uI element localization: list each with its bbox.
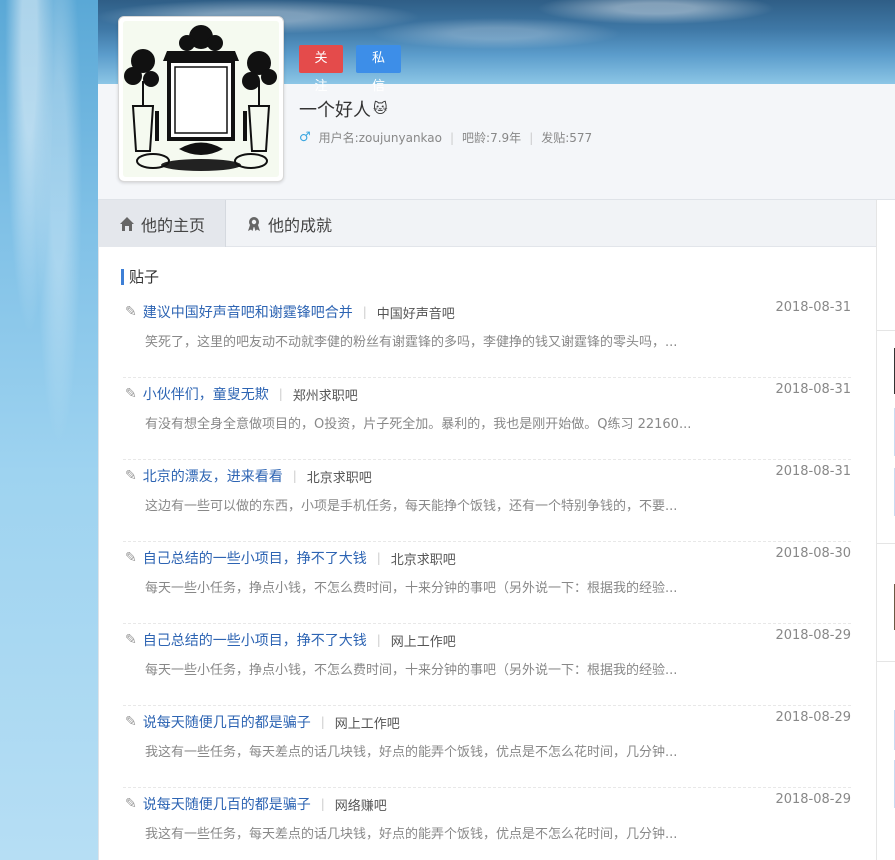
post-excerpt: 每天一些小任务，挣点小钱，不怎么费时间，十来分钟的事吧（另外说一下：根据我的经验… — [145, 663, 678, 678]
post-forum-link[interactable]: 网上工作吧 — [391, 631, 456, 650]
post-excerpt: 这边有一些可以做的东西，小项是手机任务，每天能挣个饭钱，还有一个特别争钱的，不要… — [145, 499, 678, 514]
post-divider: | — [362, 305, 367, 319]
post-title-link[interactable]: 北京的漂友，进来看看 — [143, 466, 283, 486]
tab-home[interactable]: 他的主页 — [99, 200, 227, 247]
sidebar-divider — [877, 330, 895, 331]
list-item: ✎ 北京的漂友，进来看看 | 北京求职吧 2018-08-31 这边有一些可以做… — [123, 460, 851, 542]
follow-button[interactable]: 关注 — [299, 45, 343, 94]
list-item: ✎ 建议中国好声音吧和谢霆锋吧合并 | 中国好声音吧 2018-08-31 笑死… — [123, 296, 851, 378]
post-date: 2018-08-31 — [775, 382, 851, 397]
post-date: 2018-08-29 — [775, 792, 851, 807]
post-date: 2018-08-29 — [775, 628, 851, 643]
post-divider: | — [320, 715, 325, 729]
meta-posts: 发贴:577 — [541, 131, 593, 145]
post-title-link[interactable]: 说每天随便几百的都是骗子 — [143, 712, 311, 732]
sidebar-divider — [877, 543, 895, 544]
tab-home-label: 他的主页 — [141, 215, 206, 235]
background-water-left — [0, 0, 98, 860]
home-icon — [120, 216, 134, 231]
post-title-link[interactable]: 说每天随便几百的都是骗子 — [143, 794, 311, 814]
post-excerpt: 笑死了，这里的吧友动不动就李健的粉丝有谢霆锋的多吗，李健挣的钱又谢霆锋的零头吗，… — [145, 335, 678, 350]
post-excerpt: 我这有一些任务，每天差点的话几块钱，好点的能弄个饭钱，优点是不怎么花时间，几分钟… — [145, 745, 678, 760]
user-meta: ♂ 用户名:zoujunyankao | 吧龄:7.9年 | 发贴:577 — [299, 129, 592, 146]
meta-divider: | — [529, 130, 534, 145]
post-excerpt: 每天一些小任务，挣点小钱，不怎么费时间，十来分钟的事吧（另外说一下：根据我的经验… — [145, 581, 678, 596]
right-sidebar — [876, 200, 895, 860]
post-title-link[interactable]: 小伙伴们，童叟无欺 — [143, 384, 269, 404]
edit-icon: ✎ — [125, 550, 137, 566]
post-divider: | — [376, 633, 381, 647]
meta-divider: | — [450, 130, 455, 145]
post-forum-link[interactable]: 北京求职吧 — [391, 549, 456, 568]
edit-icon: ✎ — [125, 304, 137, 320]
post-forum-link[interactable]: 郑州求职吧 — [293, 385, 358, 404]
main-panel: 他的主页 他的成就 贴子 ✎ 建议中国好声音吧和谢霆锋吧合并 | 中国好声音吧 … — [98, 200, 876, 860]
sidebar-divider — [877, 661, 895, 662]
post-forum-link[interactable]: 网上工作吧 — [335, 713, 400, 732]
section-title: 贴子 — [121, 269, 159, 285]
edit-icon: ✎ — [125, 386, 137, 402]
tab-achievement-label: 他的成就 — [268, 215, 333, 235]
edit-icon: ✎ — [125, 714, 137, 730]
post-excerpt: 我这有一些任务，每天差点的话几块钱，好点的能弄个饭钱，优点是不怎么花时间，几分钟… — [145, 827, 678, 842]
edit-icon: ✎ — [125, 468, 137, 484]
post-forum-link[interactable]: 中国好声音吧 — [377, 303, 455, 322]
profile-tabs: 他的主页 他的成就 — [99, 200, 876, 247]
post-divider: | — [376, 551, 381, 565]
post-date: 2018-08-30 — [775, 546, 851, 561]
post-excerpt: 有没有想全身全意做项目的，O投资，片子死全加。暴利的，我也是刚开始做。Q练习 2… — [145, 417, 692, 432]
post-date: 2018-08-31 — [775, 464, 851, 479]
message-button[interactable]: 私信 — [356, 45, 401, 94]
list-item: ✎ 自己总结的一些小项目，挣不了大钱 | 网上工作吧 2018-08-29 每天… — [123, 624, 851, 706]
avatar-image — [123, 21, 279, 177]
list-item: ✎ 说每天随便几百的都是骗子 | 网络赚吧 2018-08-29 我这有一些任务… — [123, 788, 851, 860]
list-item: ✎ 说每天随便几百的都是骗子 | 网上工作吧 2018-08-29 我这有一些任… — [123, 706, 851, 788]
post-date: 2018-08-29 — [775, 710, 851, 725]
meta-age: 吧龄:7.9年 — [462, 131, 522, 145]
post-title-link[interactable]: 建议中国好声音吧和谢霆锋吧合并 — [143, 302, 353, 322]
post-divider: | — [320, 797, 325, 811]
post-title-link[interactable]: 自己总结的一些小项目，挣不了大钱 — [143, 548, 367, 568]
post-date: 2018-08-31 — [775, 300, 851, 315]
post-forum-link[interactable]: 网络赚吧 — [335, 795, 387, 814]
post-title-link[interactable]: 自己总结的一些小项目，挣不了大钱 — [143, 630, 367, 650]
meta-username: 用户名:zoujunyankao — [318, 131, 442, 145]
post-divider: | — [278, 387, 283, 401]
gender-male-icon: ♂ — [299, 130, 311, 145]
edit-icon: ✎ — [125, 632, 137, 648]
tab-achievement[interactable]: 他的成就 — [226, 200, 352, 247]
username-text: 一个好人 — [299, 100, 371, 121]
list-item: ✎ 自己总结的一些小项目，挣不了大钱 | 北京求职吧 2018-08-30 每天… — [123, 542, 851, 624]
post-list: ✎ 建议中国好声音吧和谢霆锋吧合并 | 中国好声音吧 2018-08-31 笑死… — [123, 296, 851, 860]
avatar[interactable] — [118, 16, 284, 182]
achievement-icon — [248, 216, 261, 231]
edit-icon: ✎ — [125, 796, 137, 812]
post-forum-link[interactable]: 北京求职吧 — [307, 467, 372, 486]
list-item: ✎ 小伙伴们，童叟无欺 | 郑州求职吧 2018-08-31 有没有想全身全意做… — [123, 378, 851, 460]
post-divider: | — [292, 469, 297, 483]
username-emoji: 🐱 — [373, 101, 388, 117]
